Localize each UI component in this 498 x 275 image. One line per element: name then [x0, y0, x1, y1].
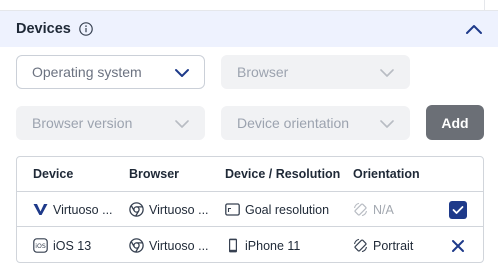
- resolution-cell: iPhone 11: [225, 228, 301, 262]
- rotate-icon: [353, 238, 368, 253]
- device-orientation-select[interactable]: Device orientation: [221, 106, 410, 140]
- browser-version-select[interactable]: Browser version: [16, 106, 205, 140]
- section-title: Devices: [16, 21, 71, 37]
- chevron-down-icon: [174, 66, 190, 78]
- browser-version-placeholder: Browser version: [32, 115, 133, 131]
- column-header-device[interactable]: Device: [33, 167, 73, 181]
- scroll-edge: [484, 0, 498, 11]
- table-header: Device Browser Device / Resolution Orien…: [17, 157, 483, 192]
- rotate-icon: [353, 202, 368, 217]
- column-header-browser[interactable]: Browser: [129, 167, 179, 181]
- column-header-orientation[interactable]: Orientation: [353, 167, 420, 181]
- browser-name: Virtuoso ...: [149, 202, 209, 217]
- select-checkbox[interactable]: [449, 201, 467, 219]
- ios-icon: iOS: [33, 238, 48, 253]
- column-header-resolution[interactable]: Device / Resolution: [225, 167, 340, 181]
- orientation-cell: Portrait: [353, 228, 414, 262]
- chevron-down-icon: [174, 117, 190, 129]
- device-name: Virtuoso ...: [53, 202, 113, 217]
- browser-select[interactable]: Browser: [221, 55, 410, 89]
- orientation-value: Portrait: [373, 238, 414, 253]
- devices-table: Device Browser Device / Resolution Orien…: [16, 156, 484, 263]
- chrome-icon: [129, 202, 144, 217]
- devices-section-header[interactable]: Devices: [0, 11, 498, 47]
- resolution-name: Goal resolution: [245, 202, 330, 217]
- phone-icon: [225, 238, 240, 253]
- device-name: iOS 13: [53, 238, 92, 253]
- resolution-cell: Goal resolution: [225, 192, 329, 227]
- collapse-chevron-up-icon[interactable]: [464, 20, 484, 38]
- browser-placeholder: Browser: [237, 64, 289, 80]
- operating-system-placeholder: Operating system: [32, 64, 142, 80]
- device-orientation-placeholder: Device orientation: [237, 115, 350, 131]
- browser-cell: Virtuoso ...: [129, 192, 209, 227]
- remove-close-icon[interactable]: [449, 237, 467, 255]
- orientation-cell: N/A: [353, 192, 394, 227]
- orientation-value: N/A: [373, 202, 394, 217]
- browser-name: Virtuoso ...: [149, 238, 209, 253]
- device-cell: iOS iOS 13: [33, 228, 92, 262]
- device-cell: Virtuoso ...: [33, 192, 113, 227]
- monitor-icon: [225, 202, 240, 217]
- chevron-down-icon: [379, 66, 395, 78]
- previous-section-edge: [0, 0, 498, 11]
- operating-system-select[interactable]: Operating system: [16, 55, 205, 89]
- browser-cell: Virtuoso ...: [129, 228, 209, 262]
- add-button[interactable]: Add: [426, 105, 484, 140]
- table-row[interactable]: iOS iOS 13 Virtuoso ... iPhone 11 Portra…: [17, 228, 483, 262]
- table-row[interactable]: Virtuoso ... Virtuoso ... Goal resolutio…: [17, 192, 483, 227]
- virtuoso-logo-icon: [33, 202, 48, 217]
- chevron-down-icon: [379, 117, 395, 129]
- info-icon[interactable]: [79, 22, 93, 36]
- svg-text:iOS: iOS: [35, 243, 46, 250]
- chrome-icon: [129, 238, 144, 253]
- resolution-name: iPhone 11: [245, 238, 301, 253]
